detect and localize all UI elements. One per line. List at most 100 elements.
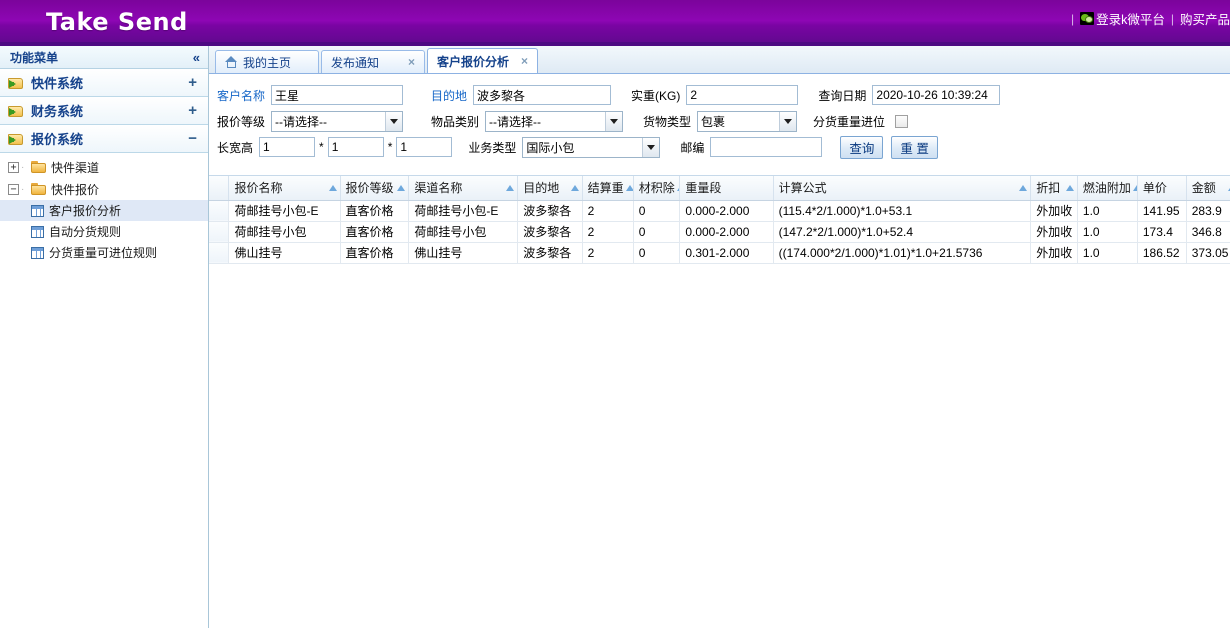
wechat-login-link[interactable]: 登录k微平台 xyxy=(1080,9,1165,28)
cell-discount: 外加收 xyxy=(1031,200,1078,221)
sidebar-item-allocation-weight-round-rule[interactable]: 分货重量可进位规则 xyxy=(0,242,208,263)
customer-name-input[interactable] xyxy=(271,85,403,105)
search-form-row-1: 客户名称 目的地 实重(KG) 查询日期 xyxy=(209,82,1230,108)
cell-quote-name: 荷邮挂号小包 xyxy=(229,221,340,242)
app-header: Take Send | 登录k微平台 | 购买产品 xyxy=(0,0,1230,46)
grid-gutter-header xyxy=(209,176,229,200)
grid-column-label: 报价等级 xyxy=(346,179,394,196)
buy-product-link[interactable]: 购买产品 xyxy=(1180,9,1230,28)
cell-quote-level: 直客价格 xyxy=(340,242,409,263)
tab-my-homepage[interactable]: 我的主页 xyxy=(215,50,319,73)
tree-node-label: 快件报价 xyxy=(51,181,99,198)
sort-ascending-icon[interactable] xyxy=(571,185,579,191)
query-date-input[interactable] xyxy=(872,85,1000,105)
cell-volume-divisor: 0 xyxy=(633,200,680,221)
grid-column-header[interactable]: 结算重 xyxy=(582,176,633,200)
dimension-width-input[interactable] xyxy=(328,137,384,157)
grid-column-header[interactable]: 折扣 xyxy=(1031,176,1078,200)
grid-header-row: 报价名称报价等级渠道名称目的地结算重材积除重量段计算公式折扣燃油附加单价金额币别… xyxy=(209,176,1230,200)
tree-node-label: 快件渠道 xyxy=(51,159,99,176)
table-row[interactable]: 荷邮挂号小包-E直客价格荷邮挂号小包-E波多黎各200.000-2.000(11… xyxy=(209,200,1230,221)
chevron-down-icon[interactable] xyxy=(642,138,659,157)
cell-amount: 346.8 xyxy=(1186,221,1230,242)
chevron-down-icon[interactable] xyxy=(385,112,402,131)
tree-node-express-channel[interactable]: + · 快件渠道 xyxy=(0,156,208,178)
cell-channel-name[interactable]: 佛山挂号 xyxy=(409,242,518,263)
grid-column-label: 折扣 xyxy=(1036,179,1060,196)
quote-level-label: 报价等级 xyxy=(213,113,271,130)
header-separator-1: | xyxy=(1071,12,1074,26)
cargo-type-select[interactable]: 包裹 xyxy=(697,111,797,132)
search-form-row-2: 报价等级 --请选择-- 物品类别 --请选择-- 货物类型 包裹 分货重量进位 xyxy=(209,108,1230,134)
query-date-label: 查询日期 xyxy=(798,87,872,104)
sidebar-item-customer-quote-analysis[interactable]: 客户报价分析 xyxy=(0,200,208,221)
business-type-select[interactable]: 国际小包 xyxy=(522,137,660,158)
grid-column-label: 结算重 xyxy=(588,179,624,196)
grid-column-label: 金额 xyxy=(1192,179,1216,196)
cell-quote-level: 直客价格 xyxy=(340,221,409,242)
postcode-input[interactable] xyxy=(710,137,822,157)
folder-arrow-icon xyxy=(8,132,25,146)
query-button[interactable]: 查询 xyxy=(840,136,883,159)
tree-expander-icon[interactable]: + xyxy=(8,162,19,173)
sidebar-group-finance-system[interactable]: 财务系统 + xyxy=(0,97,208,125)
business-type-value: 国际小包 xyxy=(523,139,642,156)
close-icon[interactable]: × xyxy=(408,56,415,68)
grid-column-header[interactable]: 报价名称 xyxy=(229,176,340,200)
cargo-type-label: 货物类型 xyxy=(623,113,697,130)
collapse-toggle-icon[interactable]: − xyxy=(188,131,199,146)
customer-name-label: 客户名称 xyxy=(213,87,271,104)
expand-toggle-icon[interactable]: + xyxy=(188,75,199,90)
sort-ascending-icon[interactable] xyxy=(329,185,337,191)
close-icon[interactable]: × xyxy=(521,55,528,67)
grid-column-header[interactable]: 报价等级 xyxy=(340,176,409,200)
grid-column-header[interactable]: 目的地 xyxy=(518,176,582,200)
chevron-down-icon[interactable] xyxy=(605,112,622,131)
quote-level-select[interactable]: --请选择-- xyxy=(271,111,403,132)
expand-toggle-icon[interactable]: + xyxy=(188,103,199,118)
cargo-type-value: 包裹 xyxy=(698,113,779,130)
grid-column-header[interactable]: 燃油附加 xyxy=(1077,176,1137,200)
dimension-length-input[interactable] xyxy=(259,137,315,157)
tree-node-express-quote[interactable]: − · 快件报价 xyxy=(0,178,208,200)
business-type-label: 业务类型 xyxy=(452,139,522,156)
grid-column-header[interactable]: 计算公式 xyxy=(773,176,1031,200)
cell-destination: 波多黎各 xyxy=(518,242,582,263)
cell-weight-range: 0.000-2.000 xyxy=(680,200,773,221)
grid-icon xyxy=(31,247,44,259)
sort-ascending-icon[interactable] xyxy=(626,185,634,191)
reset-button[interactable]: 重 置 xyxy=(891,136,937,159)
sort-ascending-icon[interactable] xyxy=(1066,185,1074,191)
cell-weight-range: 0.000-2.000 xyxy=(680,221,773,242)
table-row[interactable]: 荷邮挂号小包直客价格荷邮挂号小包波多黎各200.000-2.000(147.2*… xyxy=(209,221,1230,242)
sidebar-item-auto-allocation-rule[interactable]: 自动分货规则 xyxy=(0,221,208,242)
sidebar-group-express-system[interactable]: 快件系统 + xyxy=(0,69,208,97)
header-separator-2: | xyxy=(1171,12,1174,26)
cell-unit-price: 141.95 xyxy=(1137,200,1186,221)
sort-ascending-icon[interactable] xyxy=(397,185,405,191)
table-row[interactable]: 佛山挂号直客价格佛山挂号波多黎各200.301-2.000((174.000*2… xyxy=(209,242,1230,263)
sidebar-group-quote-system[interactable]: 报价系统 − xyxy=(0,125,208,153)
quote-level-value: --请选择-- xyxy=(272,113,385,130)
dimension-height-input[interactable] xyxy=(396,137,452,157)
grid-column-header[interactable]: 渠道名称 xyxy=(409,176,518,200)
tab-publish-notice[interactable]: 发布通知 × xyxy=(321,50,425,73)
cell-channel-name[interactable]: 荷邮挂号小包 xyxy=(409,221,518,242)
item-category-select[interactable]: --请选择-- xyxy=(485,111,623,132)
chevron-down-icon[interactable] xyxy=(779,112,796,131)
tree-collapser-icon[interactable]: − xyxy=(8,184,19,195)
sidebar-collapse-icon[interactable]: « xyxy=(193,51,200,64)
destination-input[interactable] xyxy=(473,85,611,105)
tree-dots: · xyxy=(21,162,31,173)
grid-column-header[interactable]: 材积除 xyxy=(633,176,680,200)
tab-customer-quote-analysis[interactable]: 客户报价分析 × xyxy=(427,48,538,73)
item-category-value: --请选择-- xyxy=(486,113,605,130)
weight-round-checkbox[interactable] xyxy=(895,115,908,128)
cell-channel-name[interactable]: 荷邮挂号小包-E xyxy=(409,200,518,221)
sort-ascending-icon[interactable] xyxy=(506,185,514,191)
sort-ascending-icon[interactable] xyxy=(1019,185,1027,191)
actual-weight-input[interactable] xyxy=(686,85,798,105)
results-grid-container[interactable]: 报价名称报价等级渠道名称目的地结算重材积除重量段计算公式折扣燃油附加单价金额币别… xyxy=(209,175,1230,628)
cell-quote-name: 荷邮挂号小包-E xyxy=(229,200,340,221)
grid-column-header[interactable]: 金额 xyxy=(1186,176,1230,200)
